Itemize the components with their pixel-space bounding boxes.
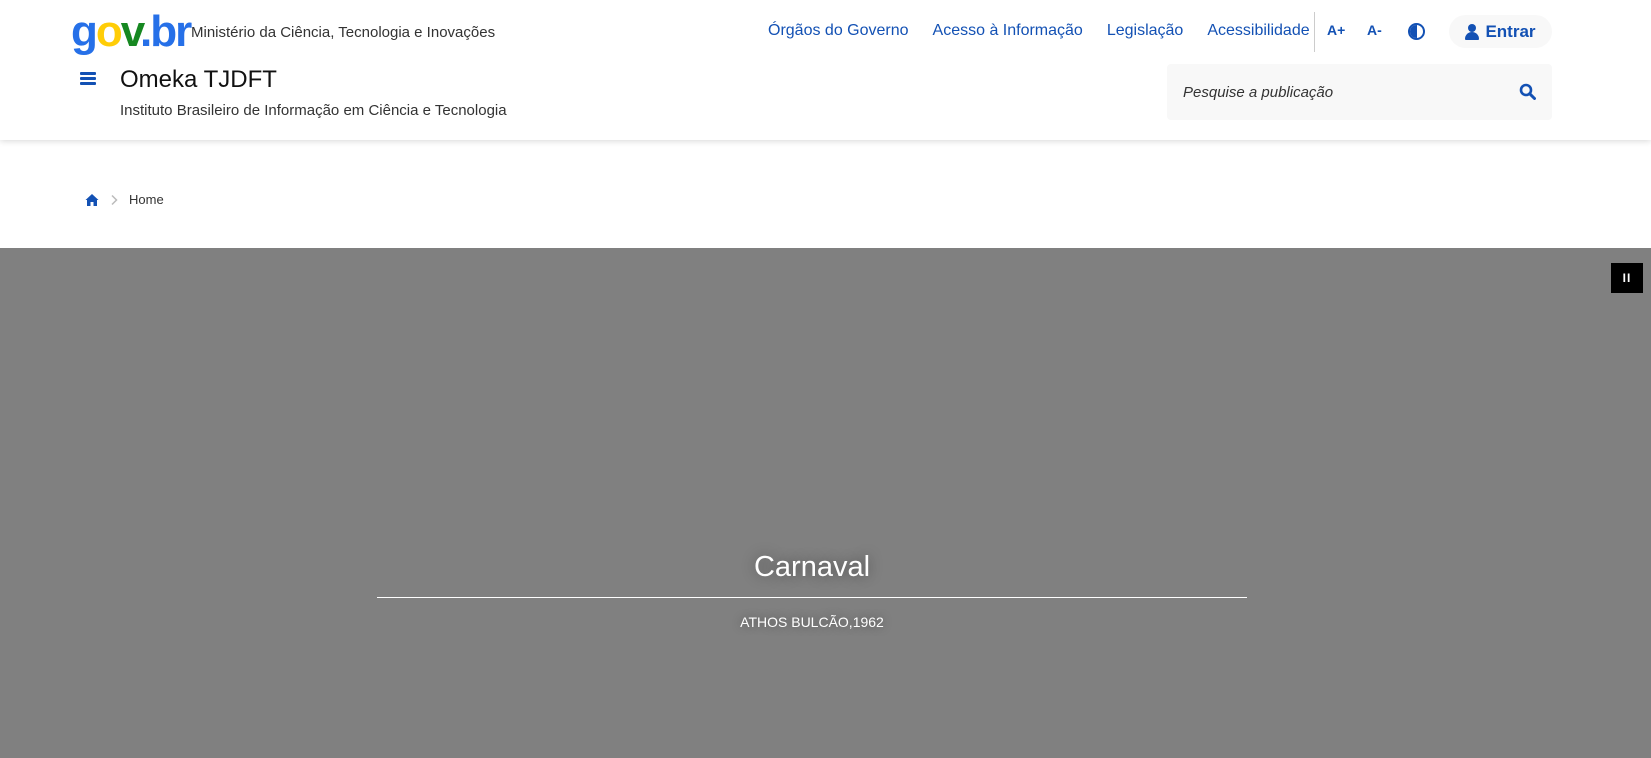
nav-link-acessibilidade[interactable]: Acessibilidade xyxy=(1207,22,1309,40)
chevron-right-icon xyxy=(111,194,118,205)
font-decrease-button[interactable]: A- xyxy=(1367,22,1382,44)
nav-link-legislacao[interactable]: Legislação xyxy=(1107,22,1184,40)
breadcrumb-current: Home xyxy=(129,192,164,207)
hero-title: Carnaval xyxy=(753,551,871,583)
search-input[interactable] xyxy=(1183,76,1503,108)
hero-caption: ATHOS BULCÃO,1962 xyxy=(740,614,884,630)
site-title[interactable]: Omeka TJDFT xyxy=(120,66,277,94)
site-header: gov.br Ministério da Ciência, Tecnologia… xyxy=(0,0,1651,140)
site-subtitle: Instituto Brasileiro de Informação em Ci… xyxy=(120,102,507,119)
hamburger-menu-icon[interactable] xyxy=(80,72,96,85)
search-box xyxy=(1167,64,1552,120)
font-increase-button[interactable]: A+ xyxy=(1327,22,1345,44)
logo-letter-v: v xyxy=(120,7,142,56)
header-divider xyxy=(1314,12,1315,52)
govbr-logo[interactable]: gov.br xyxy=(71,7,192,56)
hero-divider xyxy=(377,597,1247,598)
carousel-pause-button[interactable]: II xyxy=(1611,263,1643,293)
nav-link-acesso-a-informacao[interactable]: Acesso à Informação xyxy=(933,22,1083,40)
contrast-icon[interactable] xyxy=(1408,23,1425,40)
user-icon xyxy=(1465,23,1480,40)
breadcrumb: Home xyxy=(85,192,164,207)
top-navigation: Órgãos do Governo Acesso à Informação Le… xyxy=(768,22,1310,40)
logo-letter-r: r xyxy=(175,7,192,56)
nav-link-orgaos-do-governo[interactable]: Órgãos do Governo xyxy=(768,22,909,40)
logo-dot: . xyxy=(140,7,152,56)
login-label: Entrar xyxy=(1485,21,1536,41)
home-icon[interactable] xyxy=(85,193,99,207)
search-icon[interactable] xyxy=(1519,83,1536,100)
login-button[interactable]: Entrar xyxy=(1449,15,1552,48)
logo-letter-g: g xyxy=(71,7,98,56)
logo-letter-b: b xyxy=(150,7,177,56)
ministry-name: Ministério da Ciência, Tecnologia e Inov… xyxy=(191,24,496,41)
hero-carousel xyxy=(0,248,1651,758)
logo-letter-o: o xyxy=(95,7,123,56)
